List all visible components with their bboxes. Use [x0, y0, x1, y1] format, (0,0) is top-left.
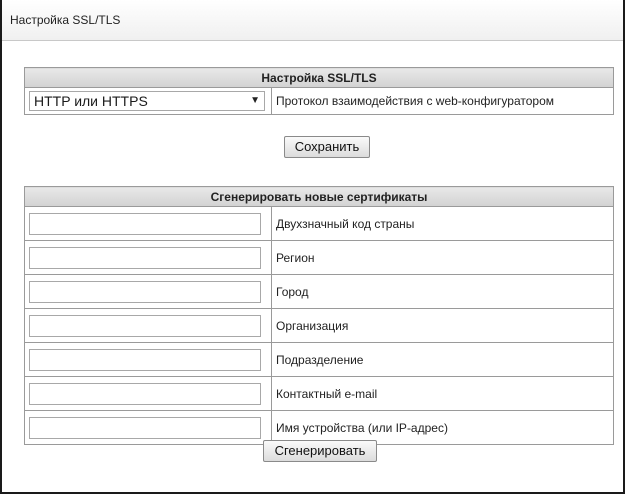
cert-row-organization: Организация — [24, 308, 614, 343]
cert-row-region: Регион — [24, 240, 614, 275]
organization-input[interactable] — [29, 314, 261, 337]
generate-button[interactable]: Сгенерировать — [263, 440, 377, 462]
cert-generation-header: Сгенерировать новые сертификаты — [24, 186, 614, 207]
settings-panel: Настройка SSL/TLS Настройка SSL/TLS HTTP… — [0, 0, 625, 494]
cert-row-city: Город — [24, 274, 614, 309]
protocol-select[interactable]: HTTP или HTTPS ▼ — [29, 91, 265, 111]
city-input[interactable] — [29, 280, 261, 303]
protocol-label: Протокол взаимодействия с web-конфигурат… — [271, 87, 614, 115]
panel-title: Настройка SSL/TLS — [2, 0, 623, 41]
save-button[interactable]: Сохранить — [284, 136, 370, 158]
department-input[interactable] — [29, 348, 261, 371]
email-label: Контактный e-mail — [271, 376, 614, 411]
ssl-settings-table: Настройка SSL/TLS HTTP или HTTPS ▼ Прото… — [24, 67, 614, 115]
ssl-settings-header: Настройка SSL/TLS — [24, 67, 614, 88]
country-code-label: Двухзначный код страны — [271, 206, 614, 241]
organization-label: Организация — [271, 308, 614, 343]
cert-row-department: Подразделение — [24, 342, 614, 377]
device-name-input[interactable] — [29, 416, 261, 439]
region-input[interactable] — [29, 246, 261, 269]
cert-row-country: Двухзначный код страны — [24, 206, 614, 241]
cert-generation-table: Сгенерировать новые сертификаты Двухзнач… — [24, 186, 614, 445]
cert-row-email: Контактный e-mail — [24, 376, 614, 411]
city-label: Город — [271, 274, 614, 309]
region-label: Регион — [271, 240, 614, 275]
protocol-select-value: HTTP или HTTPS — [34, 93, 148, 109]
email-input[interactable] — [29, 382, 261, 405]
country-code-input[interactable] — [29, 212, 261, 235]
department-label: Подразделение — [271, 342, 614, 377]
dropdown-arrow-icon: ▼ — [250, 95, 260, 106]
